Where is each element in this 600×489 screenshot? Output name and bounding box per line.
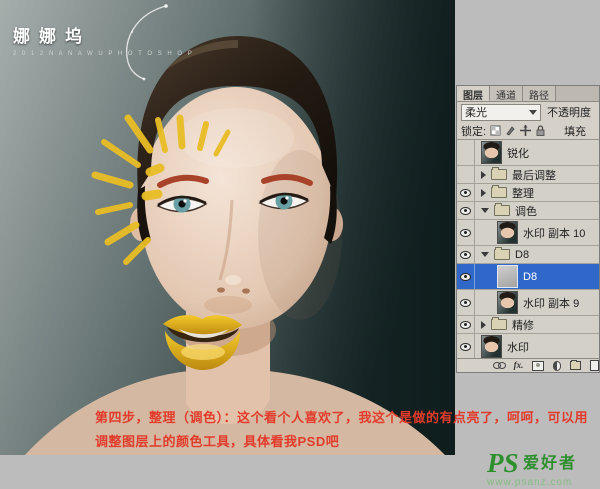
layer-style-icon[interactable]: fx. bbox=[514, 361, 524, 370]
chevron-down-icon bbox=[529, 110, 537, 115]
group-folder-icon bbox=[491, 187, 507, 198]
visibility-toggle[interactable] bbox=[457, 184, 475, 201]
layer-name[interactable]: 水印 副本 10 bbox=[523, 225, 585, 241]
layer-row[interactable]: 水印 bbox=[457, 334, 599, 360]
lock-position-icon[interactable] bbox=[520, 125, 531, 136]
expand-triangle-icon[interactable] bbox=[481, 321, 486, 329]
group-folder-icon bbox=[491, 169, 507, 180]
tab-layers[interactable]: 图层 bbox=[457, 86, 490, 101]
layer-mask-icon[interactable] bbox=[532, 361, 543, 371]
group-folder-icon bbox=[494, 205, 510, 216]
eye-icon bbox=[460, 298, 471, 307]
layers-list: 锐化 最后调整 整理 调色 水印 副本 bbox=[457, 140, 599, 370]
fill-label: 填充 bbox=[564, 123, 586, 139]
visibility-toggle[interactable] bbox=[457, 290, 475, 315]
tutorial-photo: 娜娜坞 2 0 1 2 N A N A W U P H O T O S H O … bbox=[0, 0, 455, 455]
visibility-toggle[interactable] bbox=[457, 246, 475, 263]
site-logo-fans: 爱好者 bbox=[523, 455, 577, 472]
layer-name[interactable]: 调色 bbox=[515, 203, 537, 219]
layer-row[interactable]: 最后调整 bbox=[457, 166, 599, 184]
layer-row[interactable]: 水印 副本 10 bbox=[457, 220, 599, 246]
layer-row[interactable]: 精修 bbox=[457, 316, 599, 334]
visibility-toggle[interactable] bbox=[457, 316, 475, 333]
expand-triangle-icon[interactable] bbox=[481, 171, 486, 179]
eye-icon bbox=[460, 250, 471, 259]
layer-name[interactable]: 锐化 bbox=[507, 145, 529, 161]
lock-row: 锁定: 填充 bbox=[457, 122, 599, 140]
eye-icon bbox=[460, 228, 471, 237]
visibility-toggle[interactable] bbox=[457, 220, 475, 245]
link-layers-icon[interactable] bbox=[493, 362, 505, 369]
layer-row[interactable]: 调色 bbox=[457, 202, 599, 220]
portrait-illustration bbox=[0, 0, 455, 455]
expand-triangle-icon[interactable] bbox=[481, 208, 489, 213]
site-url: www.psanz.com bbox=[487, 478, 577, 488]
tutorial-step-text-line2: 调整图层上的颜色工具，具体看我PSD吧 bbox=[95, 431, 595, 450]
visibility-toggle[interactable] bbox=[457, 140, 475, 165]
layer-thumbnail[interactable] bbox=[497, 265, 518, 288]
site-watermark: PS 爱好者 www.psanz.com bbox=[487, 450, 577, 488]
panel-bottom-bar: fx. bbox=[457, 358, 599, 372]
layers-panel: 图层 通道 路径 柔光 不透明度 锁定: 填充 锐化 bbox=[456, 85, 600, 373]
expand-triangle-icon[interactable] bbox=[481, 252, 489, 257]
eye-icon bbox=[460, 272, 471, 281]
eye-icon bbox=[460, 206, 471, 215]
screenshot-root: 娜娜坞 2 0 1 2 N A N A W U P H O T O S H O … bbox=[0, 0, 600, 489]
lock-transparency-icon[interactable] bbox=[490, 125, 501, 136]
layer-row[interactable]: 整理 bbox=[457, 184, 599, 202]
crescent-moon-icon bbox=[88, 2, 198, 82]
group-folder-icon bbox=[494, 249, 510, 260]
visibility-toggle[interactable] bbox=[457, 166, 475, 183]
layer-name[interactable]: 精修 bbox=[512, 317, 534, 333]
layer-name[interactable]: D8 bbox=[515, 249, 529, 261]
expand-triangle-icon[interactable] bbox=[481, 189, 486, 197]
layer-name[interactable]: 最后调整 bbox=[512, 167, 556, 183]
layer-name[interactable]: 水印 副本 9 bbox=[523, 295, 579, 311]
lock-label: 锁定: bbox=[461, 123, 486, 139]
lock-paint-icon[interactable] bbox=[505, 125, 516, 136]
tab-channels[interactable]: 通道 bbox=[490, 86, 523, 101]
tab-paths[interactable]: 路径 bbox=[523, 86, 556, 101]
opacity-label: 不透明度 bbox=[547, 104, 591, 120]
layer-name[interactable]: 水印 bbox=[507, 339, 529, 355]
layer-row[interactable]: D8 bbox=[457, 246, 599, 264]
layer-thumbnail[interactable] bbox=[481, 335, 502, 358]
adjustment-layer-icon[interactable] bbox=[553, 361, 562, 371]
visibility-toggle[interactable] bbox=[457, 264, 475, 289]
layer-row[interactable]: 锐化 bbox=[457, 140, 599, 166]
eye-icon bbox=[460, 188, 471, 197]
layer-thumbnail[interactable] bbox=[497, 221, 518, 244]
layer-name[interactable]: D8 bbox=[523, 271, 537, 283]
layer-thumbnail[interactable] bbox=[497, 291, 518, 314]
blend-mode-value: 柔光 bbox=[465, 104, 487, 120]
blend-mode-select[interactable]: 柔光 bbox=[461, 104, 541, 121]
blend-mode-row: 柔光 不透明度 bbox=[457, 102, 599, 122]
layer-thumbnail[interactable] bbox=[481, 141, 502, 164]
lock-all-icon[interactable] bbox=[535, 125, 546, 136]
layer-row[interactable]: D8 bbox=[457, 264, 599, 290]
panel-tabs: 图层 通道 路径 bbox=[457, 86, 599, 102]
new-group-icon[interactable] bbox=[570, 361, 581, 370]
eye-icon bbox=[460, 320, 471, 329]
visibility-toggle[interactable] bbox=[457, 202, 475, 219]
new-layer-icon[interactable] bbox=[590, 360, 599, 371]
eye-icon bbox=[460, 342, 471, 351]
site-logo-ps: PS bbox=[487, 448, 519, 478]
tutorial-step-text-line1: 第四步，整理（调色）：这个看个人喜欢了，我这个是做的有点亮了，呵呵，可以用 bbox=[95, 407, 595, 426]
layer-name[interactable]: 整理 bbox=[512, 185, 534, 201]
visibility-toggle[interactable] bbox=[457, 334, 475, 359]
group-folder-icon bbox=[491, 319, 507, 330]
layer-row[interactable]: 水印 副本 9 bbox=[457, 290, 599, 316]
